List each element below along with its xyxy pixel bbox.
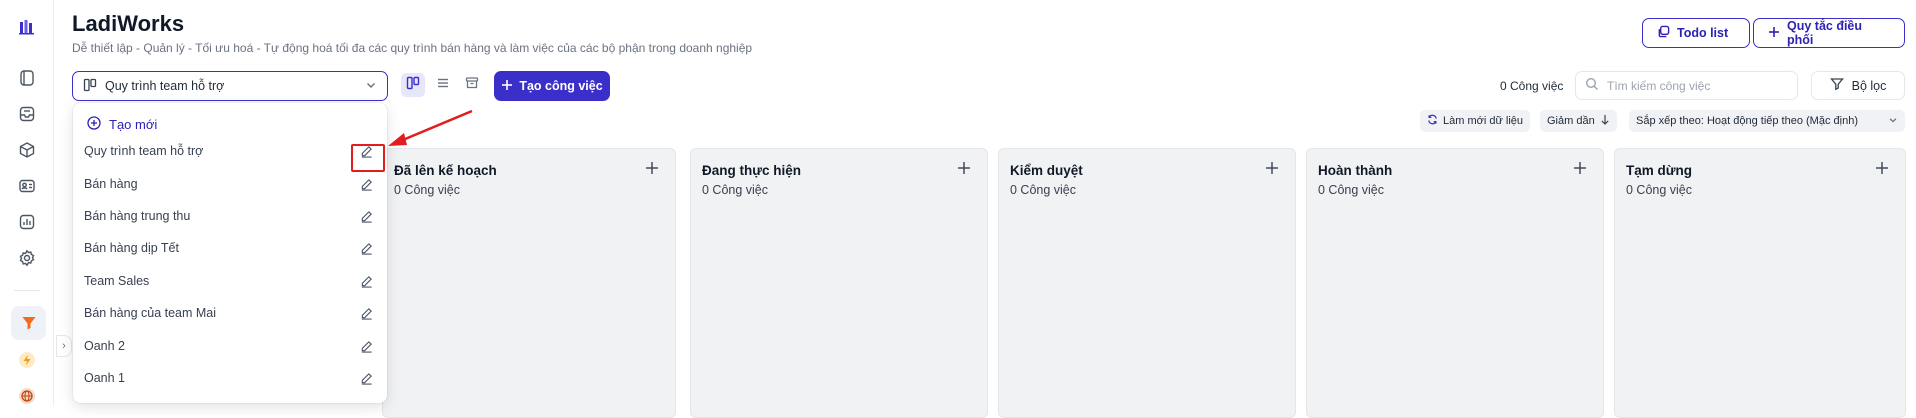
gear-icon[interactable] — [15, 246, 39, 270]
task-count: 0 Công việc — [1500, 79, 1564, 93]
edit-pencil-icon[interactable] — [357, 175, 375, 193]
plus-icon — [1768, 26, 1780, 41]
kanban-column-review: Kiểm duyệt 0 Công việc — [998, 148, 1296, 418]
sort-direction-button[interactable]: Giảm dần — [1540, 110, 1617, 132]
edit-pencil-icon[interactable] — [357, 337, 375, 355]
pipeline-option[interactable]: Oanh 1 — [73, 365, 387, 391]
column-count: 0 Công việc — [1010, 183, 1077, 197]
todo-list-button[interactable]: Todo list — [1642, 18, 1750, 48]
edit-pencil-icon[interactable] — [357, 369, 375, 387]
edit-pencil-icon[interactable] — [357, 304, 375, 322]
column-count: 0 Công việc — [394, 183, 461, 197]
chevron-down-icon — [365, 79, 377, 94]
archive-icon — [465, 76, 479, 95]
sort-by-select[interactable]: Sắp xếp theo: Hoạt động tiếp theo (Mặc đ… — [1629, 110, 1905, 132]
pipeline-option[interactable]: Team Sales — [73, 268, 387, 294]
create-pipeline-button[interactable]: Tạo mới — [87, 116, 157, 133]
kanban-column-paused: Tạm dừng 0 Công việc — [1614, 148, 1906, 418]
kanban-column-planned: Đã lên kế hoạch 0 Công việc — [382, 148, 676, 418]
annotation-arrow — [388, 109, 473, 146]
kanban-column-in-progress: Đang thực hiện 0 Công việc — [690, 148, 988, 418]
pipeline-option[interactable]: Bán hàng trung thu — [73, 203, 387, 229]
inbox-icon[interactable] — [15, 102, 39, 126]
filter-icon — [1829, 77, 1844, 94]
archive-button[interactable] — [460, 73, 484, 97]
add-task-icon[interactable] — [1263, 159, 1281, 177]
lightning-icon[interactable] — [15, 348, 39, 372]
column-count: 0 Công việc — [1318, 183, 1385, 197]
sidebar-expand-button[interactable]: › — [56, 335, 72, 357]
chart-icon[interactable] — [15, 210, 39, 234]
coordination-rules-button[interactable]: Quy tắc điều phối — [1753, 18, 1905, 48]
board-icon — [406, 76, 420, 95]
edit-pencil-icon[interactable] — [357, 207, 375, 225]
plus-circle-icon — [87, 116, 101, 133]
add-task-icon[interactable] — [643, 159, 661, 177]
column-title: Đã lên kế hoạch — [394, 163, 497, 178]
column-title: Đang thực hiện — [702, 163, 802, 178]
refresh-icon — [1427, 114, 1438, 128]
list-view-button[interactable] — [431, 73, 455, 97]
book-icon[interactable] — [15, 66, 39, 90]
add-task-icon[interactable] — [955, 159, 973, 177]
pipeline-dropdown-menu: Tạo mới Quy trình team hỗ trợ Bán hàng B… — [73, 103, 387, 403]
logo-icon[interactable] — [15, 15, 39, 39]
list-icon — [436, 76, 450, 95]
copy-icon — [1657, 25, 1670, 41]
pipeline-select[interactable]: Quy trình team hỗ trợ — [72, 71, 388, 101]
column-title: Kiểm duyệt — [1010, 163, 1083, 178]
edit-pencil-icon[interactable] — [357, 272, 375, 290]
contact-icon[interactable] — [15, 174, 39, 198]
search-icon — [1585, 77, 1599, 94]
column-count: 0 Công việc — [1626, 183, 1693, 197]
sidebar-divider — [14, 290, 40, 291]
chevron-down-icon — [1888, 115, 1898, 128]
chevron-right-icon: › — [62, 340, 66, 352]
page-title: LadiWorks — [72, 11, 185, 36]
refresh-data-button[interactable]: Làm mới dữ liệu — [1420, 110, 1530, 132]
funnel-icon[interactable] — [11, 306, 46, 340]
plus-icon — [501, 79, 513, 94]
pipeline-option[interactable]: Bán hàng của team Mai — [73, 300, 387, 326]
sidebar — [0, 0, 54, 406]
add-task-icon[interactable] — [1873, 159, 1891, 177]
edit-pencil-icon[interactable] — [357, 239, 375, 257]
kanban-column-done: Hoàn thành 0 Công việc — [1306, 148, 1604, 418]
globe-icon[interactable] — [15, 384, 39, 408]
arrow-down-icon — [1600, 114, 1610, 128]
kanban-view-button[interactable] — [401, 73, 425, 97]
search-box[interactable] — [1575, 71, 1798, 100]
create-task-button[interactable]: Tạo công việc — [494, 71, 610, 101]
column-title: Hoàn thành — [1318, 163, 1393, 178]
pipeline-option[interactable]: Oanh 2 — [73, 333, 387, 359]
add-task-icon[interactable] — [1571, 159, 1589, 177]
pipeline-option[interactable]: Bán hàng dịp Tết — [73, 235, 387, 261]
pipeline-option[interactable]: Bán hàng — [73, 171, 387, 197]
search-input[interactable] — [1607, 78, 1787, 93]
column-title: Tạm dừng — [1626, 163, 1693, 178]
box-icon[interactable] — [15, 138, 39, 162]
kanban-icon — [83, 78, 97, 95]
filter-button[interactable]: Bộ lọc — [1811, 71, 1905, 100]
pipeline-option[interactable]: Quy trình team hỗ trợ — [73, 138, 387, 164]
page-subtitle: Dễ thiết lập - Quản lý - Tối ưu hoá - Tự… — [72, 41, 753, 55]
pipeline-select-value: Quy trình team hỗ trợ — [105, 79, 225, 93]
column-count: 0 Công việc — [702, 183, 769, 197]
